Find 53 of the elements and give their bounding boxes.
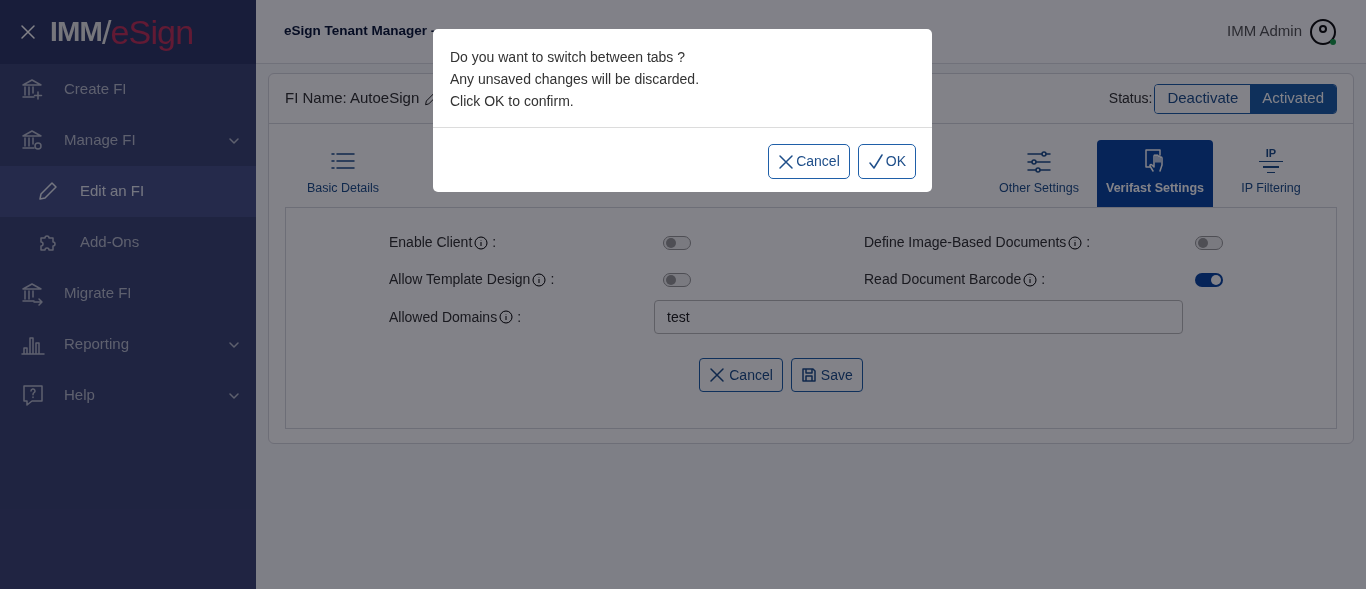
- close-icon: [778, 153, 795, 170]
- info-icon[interactable]: [1068, 235, 1083, 250]
- toggle-switch[interactable]: [1195, 235, 1223, 250]
- sidebar-item[interactable]: Manage FI: [0, 115, 256, 166]
- submenu-item[interactable]: Add-Ons: [0, 217, 256, 268]
- user-avatar[interactable]: [1310, 18, 1336, 45]
- colon: :: [550, 270, 555, 289]
- setting-label: Allowed Domains: [389, 307, 498, 327]
- dialog-message: Do you want to switch between tabs ?: [450, 48, 687, 66]
- info-icon[interactable]: [499, 310, 514, 324]
- save-icon: [800, 367, 817, 383]
- tab[interactable]: Other Settings: [981, 140, 1097, 207]
- help-bubble-icon: [20, 382, 46, 409]
- form-button[interactable]: Cancel: [699, 358, 783, 392]
- close-button[interactable]: [20, 24, 36, 40]
- close-icon: [709, 367, 726, 383]
- bank-arrow-icon: [20, 280, 46, 307]
- tab[interactable]: Verifast Settings: [1097, 140, 1213, 207]
- dialog-message: Any unsaved changes will be discarded.: [450, 70, 701, 88]
- sidebar-item[interactable]: Create FI: [0, 64, 256, 115]
- check-icon: [867, 153, 884, 170]
- setting-label: Allow Template Design: [389, 270, 531, 289]
- setting-label: Enable Client: [389, 233, 473, 252]
- submenu-item[interactable]: Edit an FI: [0, 166, 256, 217]
- dialog-button[interactable]: OK: [857, 144, 916, 179]
- user-name[interactable]: IMM Admin: [1227, 20, 1302, 43]
- logo: IMM/eSign: [50, 15, 194, 49]
- close-icon: [20, 24, 36, 40]
- tab[interactable]: IP IP Filtering: [1213, 140, 1329, 207]
- sidebar-item[interactable]: Reporting: [0, 319, 256, 370]
- setting-label: Define Image-Based Documents: [864, 233, 1067, 252]
- sidebar-item[interactable]: Help: [0, 370, 256, 421]
- info-icon[interactable]: [532, 272, 547, 287]
- colon: :: [492, 233, 497, 252]
- status-label: Status:: [1108, 89, 1153, 108]
- tab[interactable]: Basic Details: [285, 140, 401, 207]
- info-icon[interactable]: [1023, 272, 1038, 287]
- colon: :: [1086, 233, 1091, 252]
- domains-field[interactable]: test: [654, 300, 1184, 334]
- dialog-button[interactable]: Cancel: [768, 144, 850, 179]
- toggle-switch[interactable]: [663, 235, 691, 250]
- fi-name: FI Name: AutoeSign: [285, 88, 420, 109]
- colon: :: [1041, 270, 1046, 289]
- sidebar-item[interactable]: Migrate FI: [0, 268, 256, 319]
- form-button[interactable]: Save: [790, 358, 863, 392]
- setting-label: Read Document Barcode: [864, 270, 1022, 289]
- toggle-switch[interactable]: [663, 272, 691, 287]
- colon: :: [517, 307, 522, 327]
- sliders-icon: [1026, 151, 1052, 174]
- toggle-switch[interactable]: [1195, 272, 1223, 287]
- status-toggle[interactable]: Activated: [1250, 84, 1336, 113]
- info-icon[interactable]: [474, 235, 489, 250]
- dialog-message: Click OK to confirm.: [450, 92, 575, 110]
